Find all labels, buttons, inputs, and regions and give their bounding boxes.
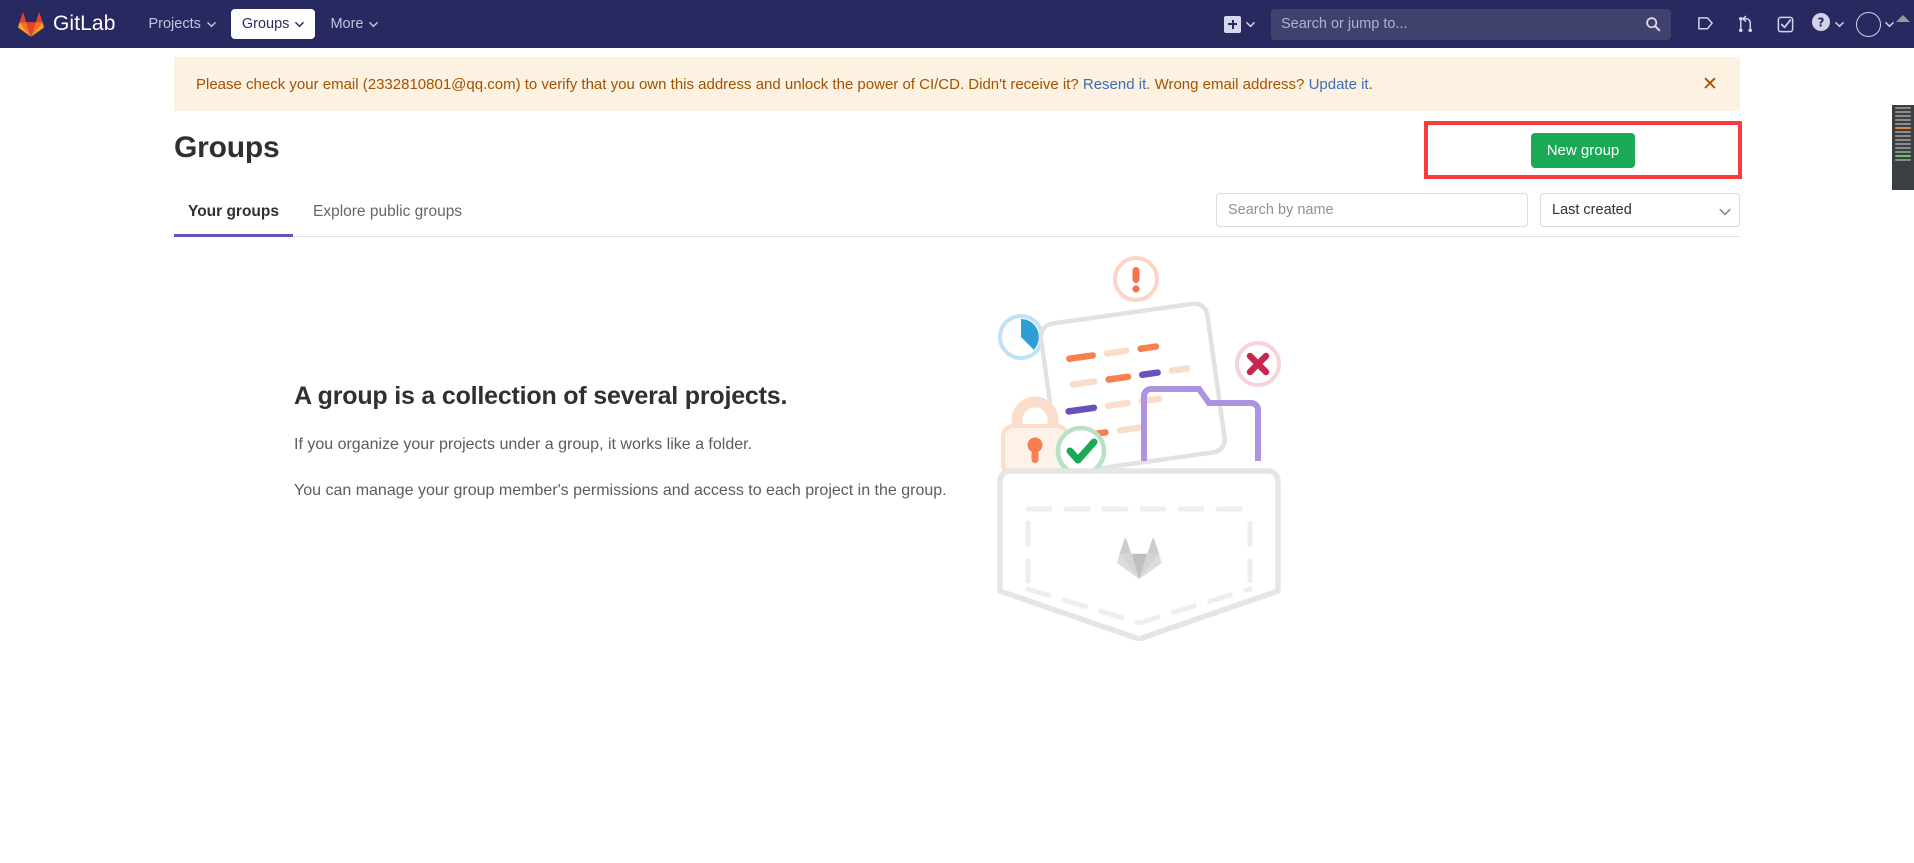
chevron-down-icon (1246, 20, 1255, 29)
tab-your-groups-label: Your groups (188, 203, 279, 220)
svg-text:?: ? (1818, 15, 1825, 29)
minimap-line (1895, 159, 1911, 161)
empty-groups-pocket-illustration-icon (984, 251, 1294, 646)
chevron-down-icon (1835, 20, 1844, 29)
help-circle-icon: ? (1811, 12, 1831, 37)
minimap-line (1895, 107, 1911, 109)
user-menu-button[interactable] (1850, 8, 1900, 41)
search-icon (1645, 16, 1661, 32)
help-menu-button[interactable]: ? (1805, 8, 1850, 41)
create-new-button[interactable] (1216, 10, 1263, 39)
page-header: Groups New group (174, 111, 1742, 185)
minimap-line (1895, 131, 1911, 133)
minimap-line (1895, 111, 1911, 113)
scroll-to-top-indicator[interactable] (1894, 11, 1912, 22)
empty-state-heading: A group is a collection of several proje… (294, 382, 788, 410)
groups-tabs: Your groups Explore public groups (174, 185, 476, 237)
new-group-highlight-annotation: New group (1424, 121, 1742, 179)
tab-explore-public-groups-label: Explore public groups (313, 203, 463, 220)
global-search-input[interactable]: Search or jump to... (1271, 8, 1671, 40)
empty-state-copy: A group is a collection of several proje… (294, 372, 994, 525)
email-verification-banner: Please check your email (2332810801@qq.c… (174, 57, 1740, 111)
empty-state-paragraph-2: You can manage your group member's permi… (294, 482, 947, 499)
chevron-down-icon (207, 20, 216, 29)
brand-name: GitLab (53, 12, 116, 35)
issues-icon[interactable] (1685, 4, 1725, 44)
page-title: Groups (174, 131, 280, 164)
banner-text-middle: . Wrong email address? (1146, 75, 1309, 93)
content-container: Please check your email (2332810801@qq.c… (174, 57, 1742, 646)
nav-projects-label: Projects (148, 16, 201, 32)
minimap-line (1895, 135, 1911, 137)
tab-explore-public-groups[interactable]: Explore public groups (299, 203, 476, 237)
minimap-line (1895, 139, 1911, 141)
minimap-line (1895, 115, 1911, 117)
empty-state: A group is a collection of several proje… (174, 251, 1740, 646)
minimap-line (1895, 147, 1911, 149)
avatar-icon (1856, 11, 1881, 37)
chevron-down-icon (1719, 206, 1731, 216)
new-group-button[interactable]: New group (1530, 132, 1636, 168)
minimap-line (1895, 123, 1911, 125)
minimap-line (1895, 119, 1911, 121)
editor-minimap-artifact (1892, 105, 1914, 190)
merge-requests-icon[interactable] (1725, 4, 1765, 44)
todos-icon[interactable] (1765, 4, 1805, 44)
close-icon[interactable]: ✕ (1700, 74, 1720, 94)
plus-square-icon (1224, 15, 1241, 33)
sort-dropdown[interactable]: Last created (1540, 193, 1740, 227)
primary-nav: Projects Groups More (137, 9, 389, 39)
navbar-right: Search or jump to... ? (1216, 4, 1900, 44)
nav-more-label: More (330, 16, 364, 32)
minimap-line (1895, 151, 1911, 153)
search-by-name-input[interactable] (1216, 193, 1528, 227)
tab-your-groups[interactable]: Your groups (174, 203, 293, 237)
gitlab-brand[interactable]: GitLab (18, 12, 115, 37)
update-it-link[interactable]: Update it (1309, 76, 1369, 93)
nav-item-more[interactable]: More (319, 9, 389, 39)
minimap-line (1895, 155, 1911, 157)
nav-groups-label: Groups (241, 16, 290, 32)
chevron-down-icon (295, 20, 305, 29)
resend-it-link[interactable]: Resend it (1083, 76, 1146, 93)
banner-text-after: . (1368, 75, 1373, 93)
gitlab-tanuki-logo-icon (18, 12, 44, 37)
page-body: Please check your email (2332810801@qq.c… (0, 15, 1914, 863)
groups-tabs-bar: Your groups Explore public groups Last c… (174, 185, 1740, 237)
nav-item-projects[interactable]: Projects (137, 9, 226, 39)
sort-dropdown-label: Last created (1552, 202, 1632, 218)
chevron-down-icon (369, 20, 379, 29)
chevron-down-icon (1885, 20, 1894, 29)
empty-state-paragraph-1: If you organize your projects under a gr… (294, 436, 753, 453)
minimap-line (1895, 127, 1911, 129)
banner-text: Please check your email (2332810801@qq.c… (196, 74, 1373, 95)
nav-item-groups[interactable]: Groups (230, 9, 316, 39)
minimap-line (1895, 143, 1911, 145)
top-navbar: GitLab Projects Groups More Search or ju… (0, 0, 1914, 48)
filters: Last created (1216, 193, 1740, 236)
global-search-placeholder: Search or jump to... (1281, 16, 1408, 32)
banner-text-before: Please check your email (2332810801@qq.c… (196, 75, 1083, 93)
